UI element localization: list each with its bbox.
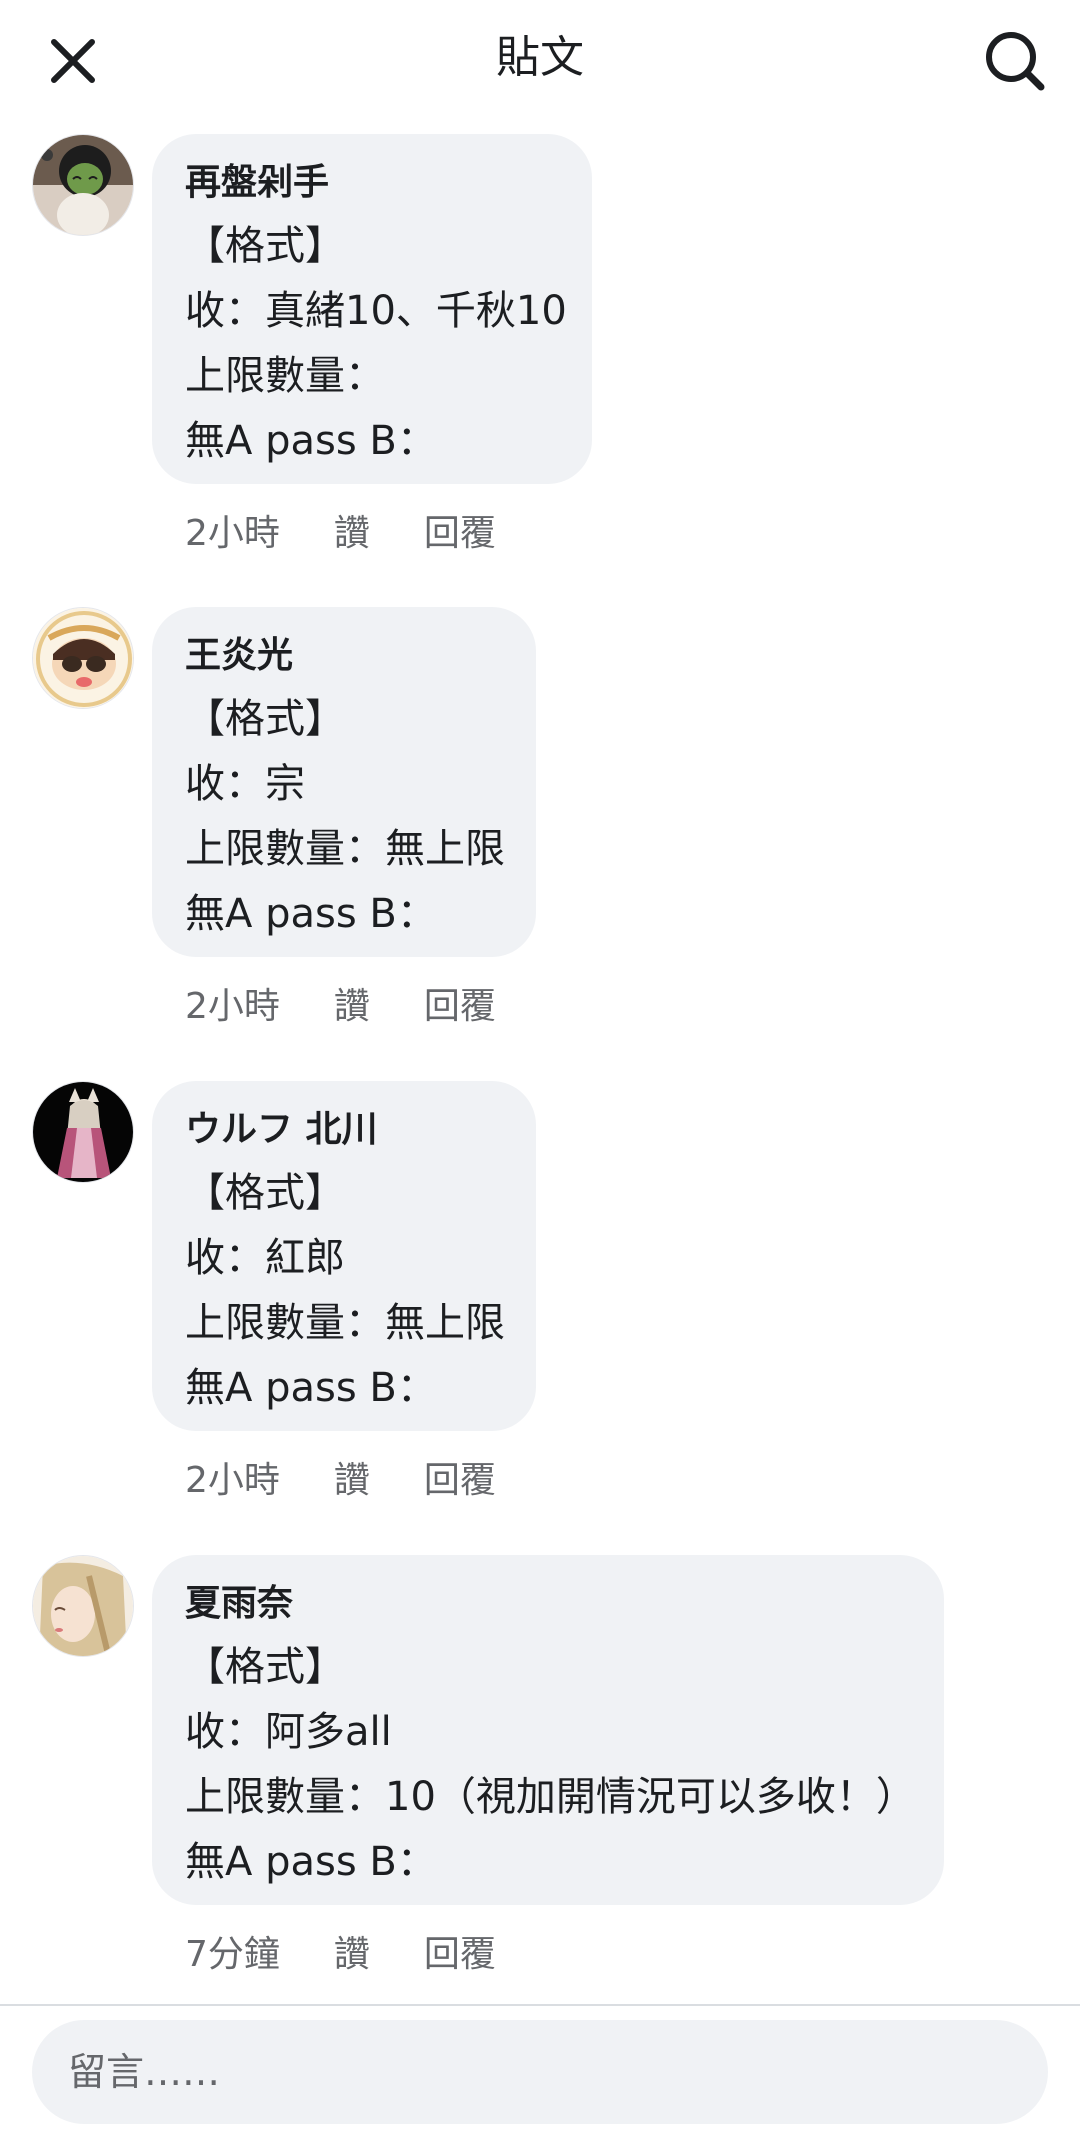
comment-text-line: 無A pass B： (185, 891, 437, 937)
comment-text-line: 【格式】 (185, 1170, 345, 1216)
comment-time: 2小時 (185, 513, 280, 554)
like-button[interactable]: 讚 (334, 504, 370, 556)
search-icon (986, 32, 1045, 91)
avatar-image (33, 608, 133, 708)
comment-text-line: 【格式】 (185, 223, 345, 269)
comment-time: 7分鐘 (185, 1934, 280, 1975)
comment-bubble[interactable]: 王炎光 【格式】 收：宗 上限數量：無上限 無A pass B： (152, 607, 536, 957)
comment-text-line: 收：宗 (185, 761, 305, 807)
comment-composer[interactable] (32, 2020, 1048, 2124)
comment-bubble[interactable]: 夏雨奈 【格式】 收：阿多all 上限數量：10（視加開情況可以多收！） 無A … (152, 1555, 944, 1905)
comment-text-line: 收：真緒10、千秋10 (185, 288, 567, 334)
reply-button[interactable]: 回覆 (424, 1451, 496, 1503)
comment-bubble[interactable]: ウルフ 北川 【格式】 收：紅郎 上限數量：無上限 無A pass B： (152, 1081, 536, 1431)
avatar[interactable] (32, 1081, 134, 1183)
comment-text-line: 無A pass B： (185, 1839, 437, 1885)
comment-text-line: 上限數量：10（視加開情況可以多收！） (185, 1774, 916, 1820)
comment-author[interactable]: ウルフ 北川 (185, 1099, 504, 1161)
comment-text-line: 上限數量： (185, 353, 385, 399)
avatar-image (33, 1556, 133, 1656)
comment-input[interactable] (66, 2049, 970, 2095)
comment-time: 2小時 (185, 1460, 280, 1501)
avatar-image (33, 1082, 133, 1182)
comment-bubble[interactable]: 再盤剁手 【格式】 收：真緒10、千秋10 上限數量： 無A pass B： (152, 134, 592, 484)
comment-author[interactable]: 再盤剁手 (185, 152, 560, 214)
search-button[interactable] (976, 22, 1054, 100)
comment-author[interactable]: 王炎光 (185, 625, 504, 687)
comment-actions: 7分鐘 讚 回覆 (185, 1921, 496, 1981)
comment-actions: 2小時 讚 回覆 (185, 973, 496, 1033)
avatar[interactable] (32, 607, 134, 709)
composer-divider (0, 2004, 1080, 2006)
comment-text-line: 無A pass B： (185, 418, 437, 464)
avatar[interactable] (32, 1555, 134, 1657)
avatar[interactable] (32, 134, 134, 236)
reply-button[interactable]: 回覆 (424, 977, 496, 1029)
comment-time: 2小時 (185, 986, 280, 1027)
comment-text-line: 【格式】 (185, 696, 345, 742)
comment-actions: 2小時 讚 回覆 (185, 1447, 496, 1507)
comment-text-line: 收：紅郎 (185, 1235, 345, 1281)
page-title: 貼文 (496, 32, 584, 83)
comment-text-line: 上限數量：無上限 (185, 826, 505, 872)
like-button[interactable]: 讚 (334, 1451, 370, 1503)
like-button[interactable]: 讚 (334, 977, 370, 1029)
avatar-image (33, 135, 133, 235)
reply-button[interactable]: 回覆 (424, 504, 496, 556)
comment-text-line: 【格式】 (185, 1644, 345, 1690)
top-bar: 貼文 (0, 0, 1080, 118)
comment-text-line: 無A pass B： (185, 1365, 437, 1411)
comment-actions: 2小時 讚 回覆 (185, 500, 496, 560)
comment-text-line: 上限數量：無上限 (185, 1300, 505, 1346)
reply-button[interactable]: 回覆 (424, 1925, 496, 1977)
comment-author[interactable]: 夏雨奈 (185, 1573, 912, 1635)
comment-text-line: 收：阿多all (185, 1709, 392, 1755)
like-button[interactable]: 讚 (334, 1925, 370, 1977)
